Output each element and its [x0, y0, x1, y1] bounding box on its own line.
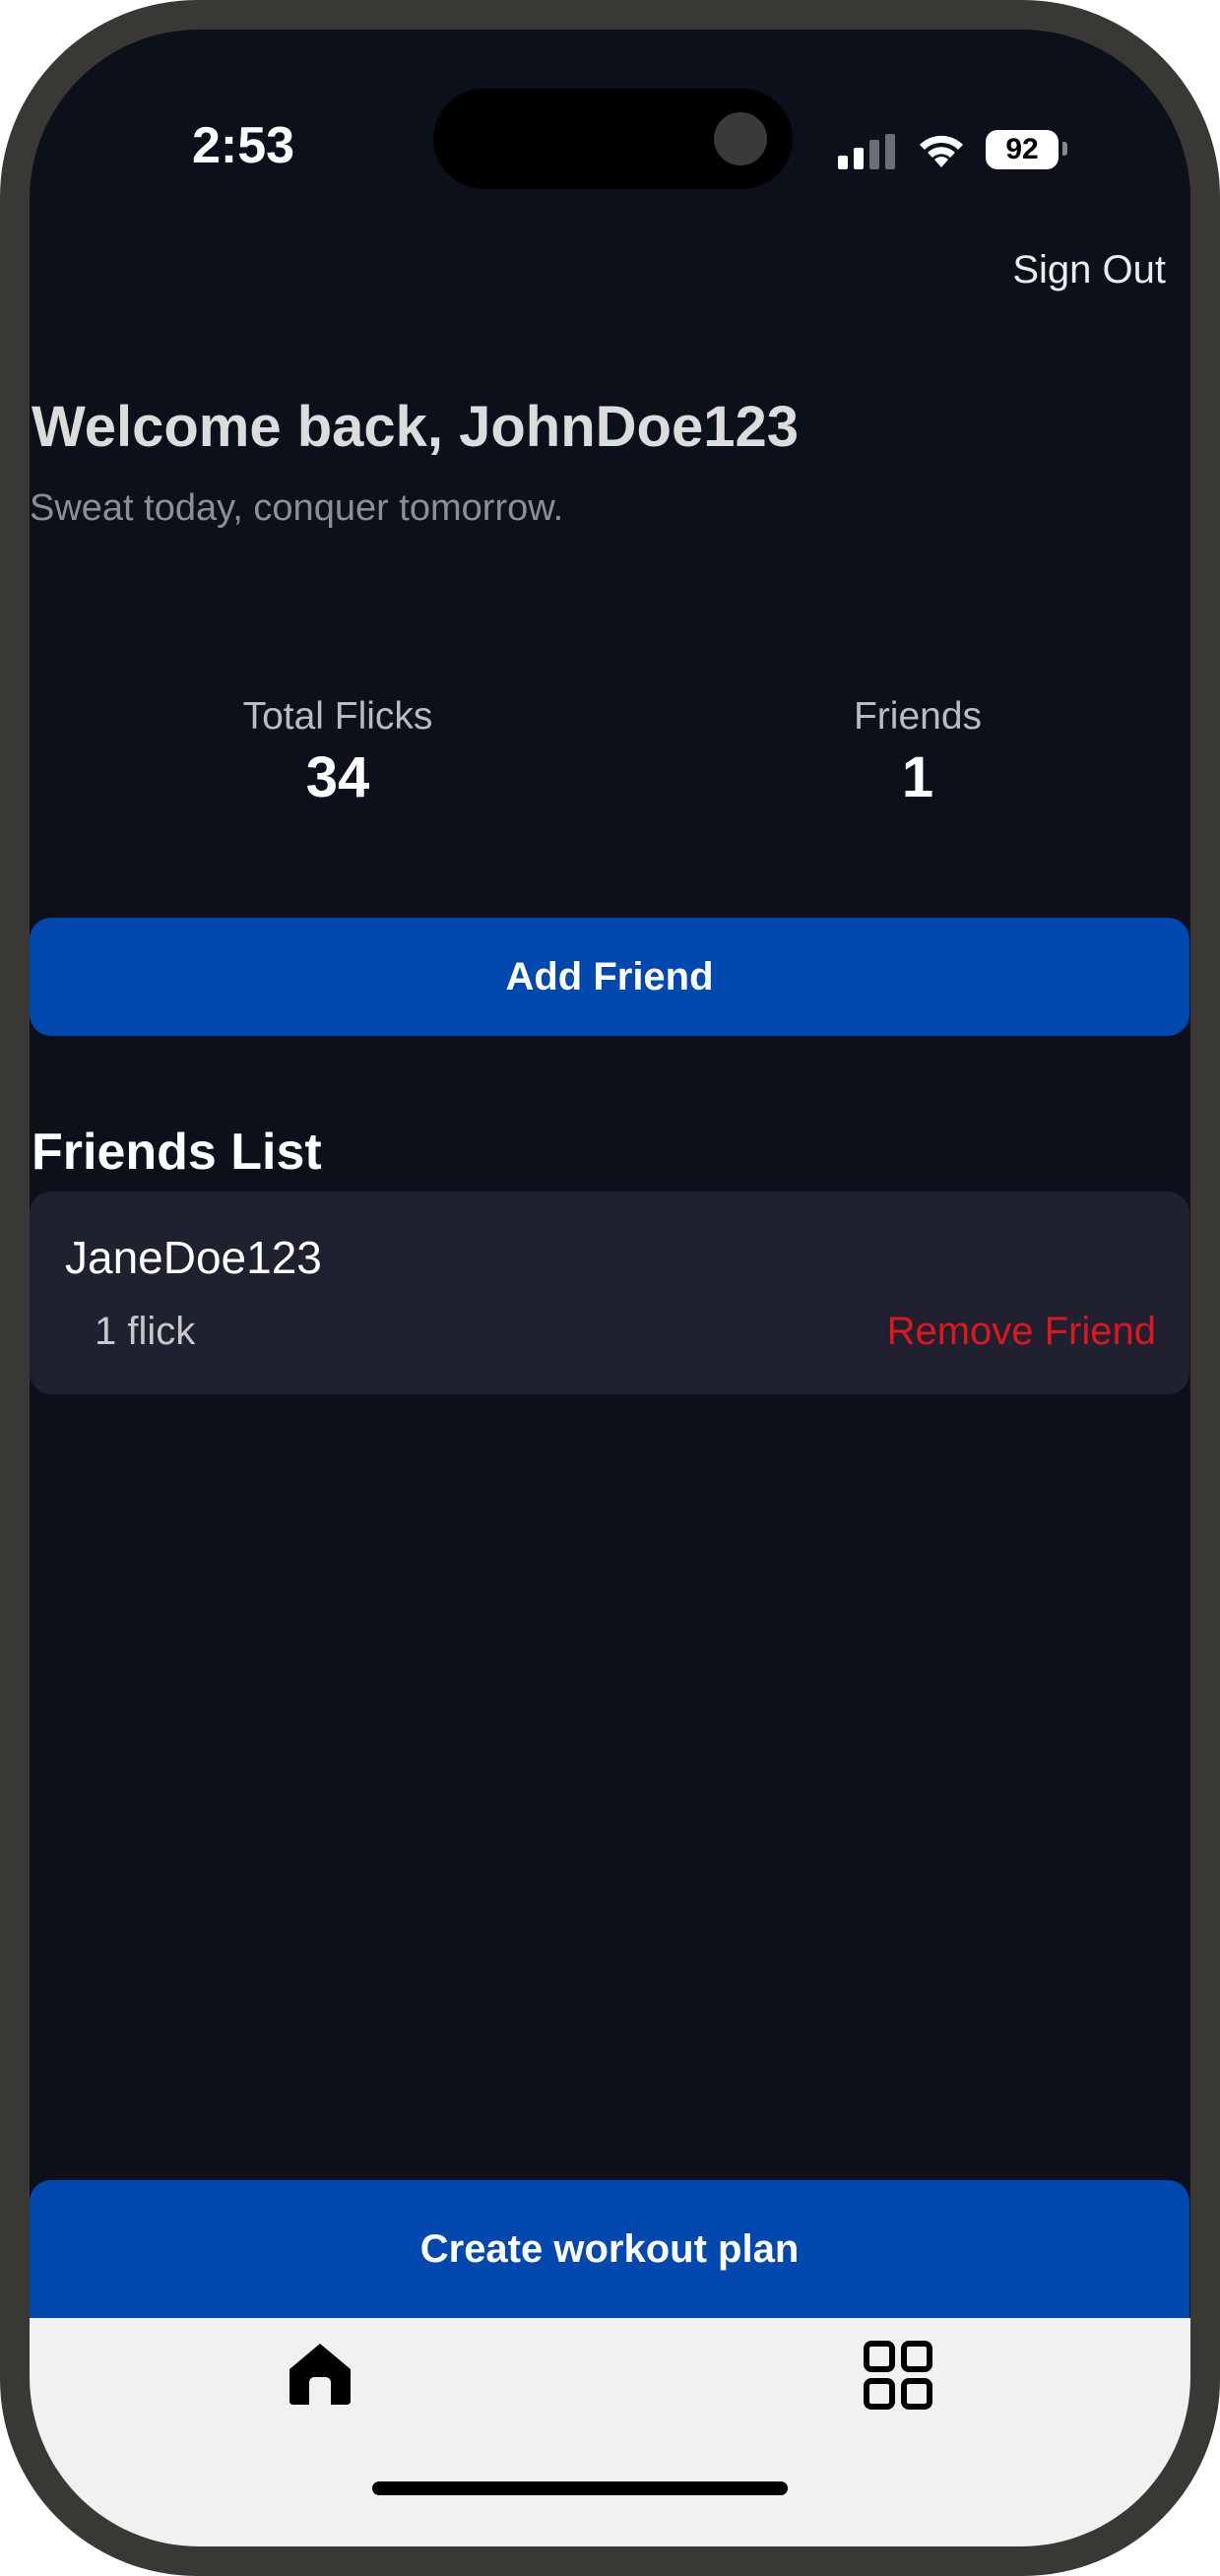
stat-friends-label: Friends [853, 695, 983, 738]
tab-grid[interactable] [863, 2340, 933, 2411]
status-time: 2:53 [192, 117, 295, 174]
wifi-icon [920, 135, 963, 167]
create-workout-plan-button[interactable]: Create workout plan [30, 2180, 1189, 2318]
add-friend-button[interactable]: Add Friend [30, 918, 1189, 1036]
friend-card: JaneDoe123 1 flick Remove Friend [30, 1191, 1189, 1394]
battery-icon: 92 [986, 130, 1059, 169]
stat-total-flicks-label: Total Flicks [242, 695, 433, 738]
camera-icon [714, 112, 767, 165]
stat-total-flicks: Total Flicks 34 [92, 695, 584, 810]
sign-out-button[interactable]: Sign Out [1012, 248, 1166, 292]
home-icon [289, 2344, 351, 2405]
welcome-title: Welcome back, JohnDoe123 [32, 395, 800, 459]
phone-screen: 2:53 92 Sign Out Welcome back, JohnDoe12… [30, 30, 1190, 2546]
remove-friend-button[interactable]: Remove Friend [887, 1310, 1156, 1354]
grid-icon [864, 2341, 932, 2410]
stat-friends: Friends 1 [672, 695, 1164, 810]
stat-friends-value: 1 [901, 745, 934, 809]
stat-total-flicks-value: 34 [305, 745, 370, 809]
tab-home[interactable] [286, 2340, 354, 2409]
friends-list-heading: Friends List [32, 1124, 322, 1181]
friend-name: JaneDoe123 [65, 1232, 322, 1283]
home-indicator[interactable] [372, 2481, 788, 2495]
signal-icon [838, 134, 895, 169]
welcome-subtitle: Sweat today, conquer tomorrow. [30, 487, 564, 529]
tab-bar [30, 2318, 1190, 2546]
status-bar: 2:53 92 [30, 30, 1190, 217]
battery-tip [1062, 142, 1067, 156]
friend-flick-count: 1 flick [95, 1310, 196, 1353]
